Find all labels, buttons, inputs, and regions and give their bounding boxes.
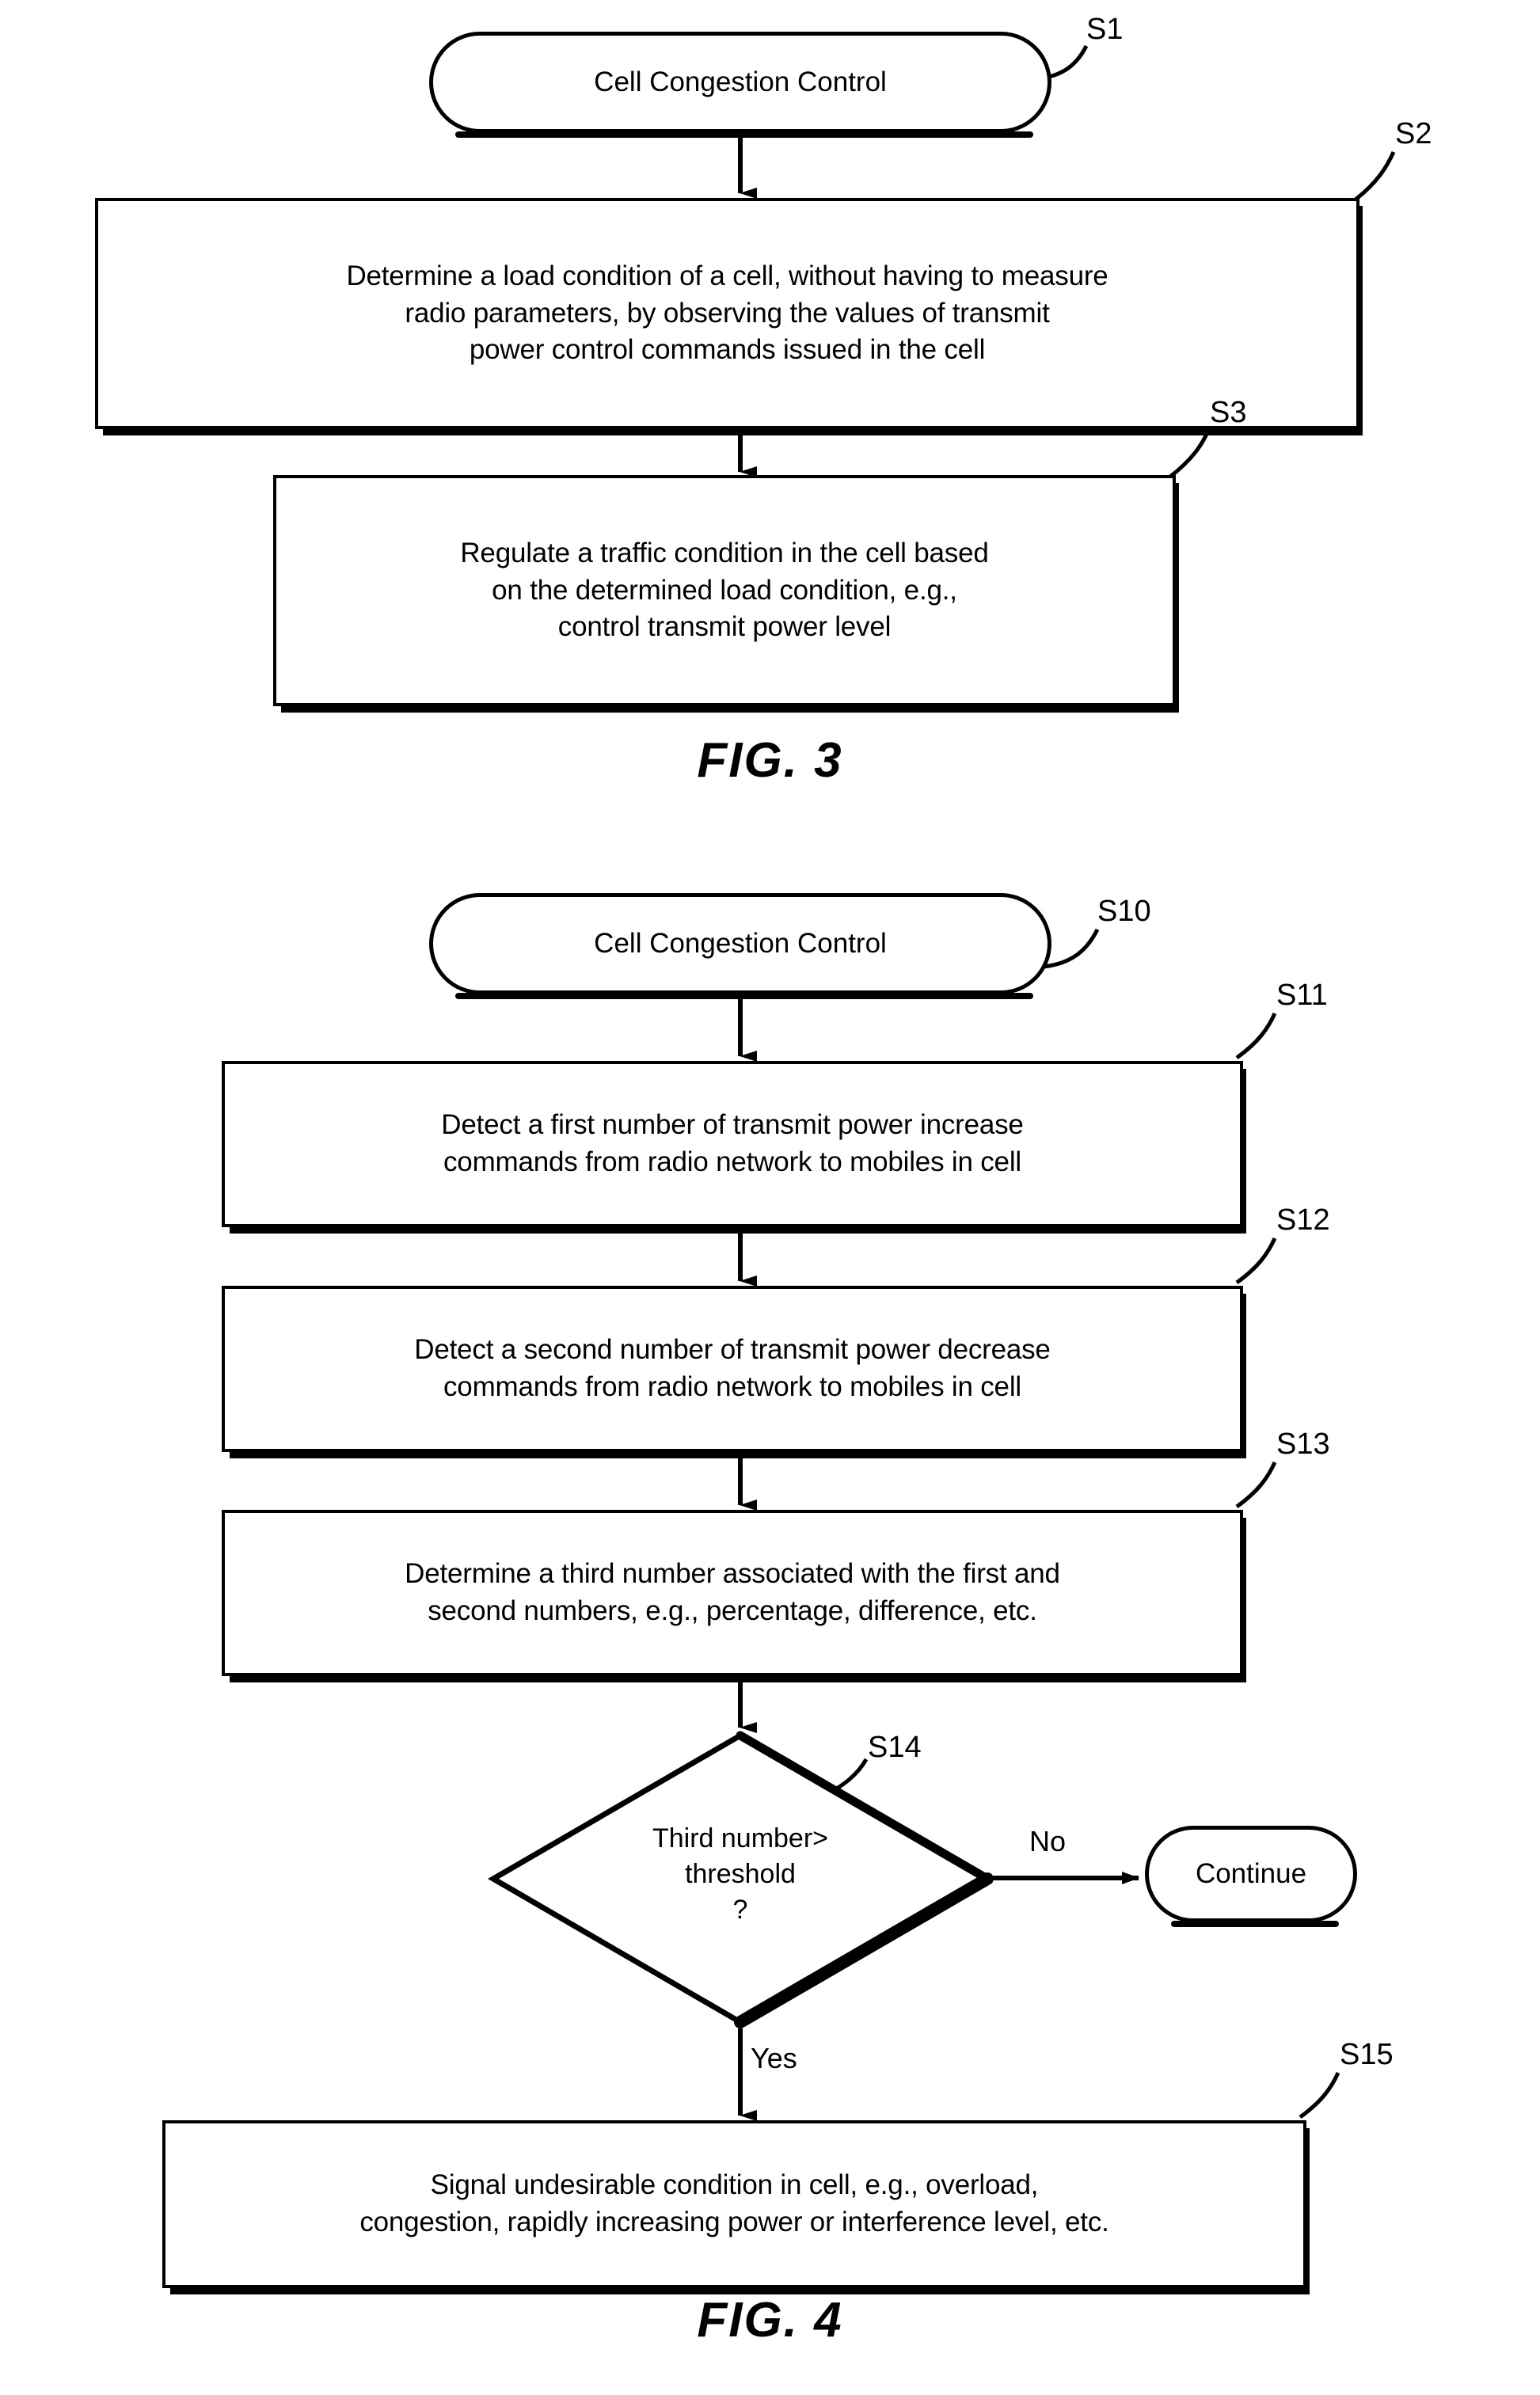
step-ref-s12: S12: [1276, 1203, 1330, 1237]
step-ref-s10: S10: [1097, 895, 1151, 928]
node-s13-label: Determine a third number associated with…: [405, 1558, 1060, 1626]
node-s14-decision[interactable]: Third number> threshold ?: [487, 1728, 994, 2030]
step-ref-s13: S13: [1276, 1427, 1330, 1461]
step-ref-s2: S2: [1395, 117, 1432, 150]
patent-drawing-page: Cell Congestion Control S1 Determine a l…: [0, 0, 1540, 2395]
node-s10-start[interactable]: Cell Congestion Control: [429, 893, 1051, 999]
step-ref-s3: S3: [1210, 396, 1247, 429]
node-s3-label: Regulate a traffic condition in the cell…: [460, 537, 989, 643]
leader-s15: [1299, 2071, 1340, 2119]
node-s15-label: Signal undesirable condition in cell, e.…: [359, 2169, 1109, 2237]
edge-label-yes: Yes: [751, 2042, 797, 2074]
edge-label-no: No: [1029, 1825, 1067, 1857]
node-s10-label: Cell Congestion Control: [594, 928, 887, 959]
node-s2-process[interactable]: Determine a load condition of a cell, wi…: [95, 198, 1363, 435]
leader-s3: [1169, 429, 1211, 478]
leader-s13: [1235, 1461, 1277, 1509]
node-s12-process[interactable]: Detect a second number of transmit power…: [222, 1286, 1246, 1458]
node-s12-label: Detect a second number of transmit power…: [414, 1334, 1051, 1402]
node-s1-label: Cell Congestion Control: [594, 67, 887, 97]
node-s3-process[interactable]: Regulate a traffic condition in the cell…: [273, 475, 1179, 713]
step-ref-s14: S14: [868, 1731, 922, 1764]
node-s11-process[interactable]: Detect a first number of transmit power …: [222, 1061, 1246, 1234]
figure-3-caption: FIG. 3: [697, 733, 843, 788]
node-s2-label: Determine a load condition of a cell, wi…: [346, 260, 1108, 366]
figure-4-caption: FIG. 4: [697, 2293, 843, 2347]
node-s1-start[interactable]: Cell Congestion Control: [429, 32, 1051, 138]
node-s13-process[interactable]: Determine a third number associated with…: [222, 1510, 1246, 1682]
node-s11-label: Detect a first number of transmit power …: [441, 1109, 1024, 1177]
node-s14-label: Third number> threshold ?: [652, 1823, 829, 1925]
leader-s11: [1235, 1012, 1277, 1060]
step-ref-s11: S11: [1276, 979, 1328, 1012]
node-continue-terminator[interactable]: Continue: [1145, 1826, 1357, 1927]
leader-s12: [1235, 1237, 1277, 1285]
leader-s2: [1354, 150, 1396, 201]
node-s15-process[interactable]: Signal undesirable condition in cell, e.…: [162, 2120, 1310, 2294]
node-continue-label: Continue: [1195, 1858, 1307, 1889]
step-ref-s1: S1: [1086, 13, 1124, 46]
step-ref-s15: S15: [1340, 2038, 1394, 2071]
